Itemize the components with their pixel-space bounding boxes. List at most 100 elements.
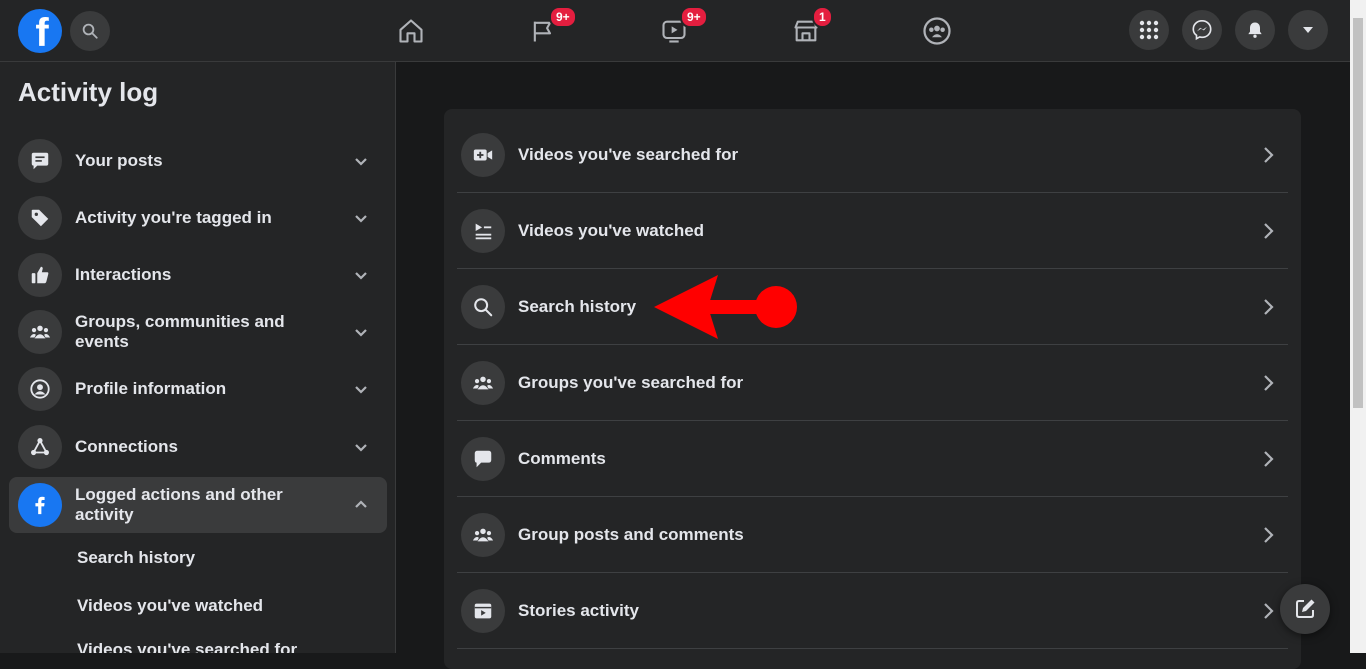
row-groups-searched[interactable]: Groups you've searched for: [457, 345, 1288, 421]
profile-icon: [30, 379, 50, 399]
row-stories-activity[interactable]: Stories activity: [457, 573, 1288, 649]
comment-icon-wrap: [461, 436, 505, 481]
sidebar-item-label: Connections: [75, 437, 178, 456]
posts-icon: [31, 152, 49, 170]
notifications-button[interactable]: [1235, 10, 1275, 50]
groups-icon: [29, 325, 51, 339]
chevron-down-icon: [355, 158, 367, 166]
chevron-right-icon: [1264, 526, 1274, 543]
video-plus-icon: [473, 149, 493, 160]
row-label: Videos you've searched for: [518, 144, 739, 164]
menu-grid-icon: [1139, 20, 1159, 40]
row-group-posts[interactable]: Group posts and comments: [457, 497, 1288, 573]
groups-icon-wrap: [18, 310, 62, 354]
activity-categories-card: Videos you've searched for Videos you've…: [444, 109, 1301, 669]
groups-icon: [472, 528, 494, 541]
search-button[interactable]: [70, 11, 110, 51]
row-search-history[interactable]: Search history: [457, 269, 1288, 345]
comment-icon: [474, 450, 492, 467]
top-navigation-bar: f 9+ 9+ 1: [0, 0, 1350, 62]
chevron-down-icon: [355, 329, 367, 337]
annotation-arrow-icon: [654, 275, 797, 339]
groups-icon-wrap: [461, 360, 505, 405]
row-label: Groups you've searched for: [518, 372, 744, 392]
posts-icon-wrap: [18, 139, 62, 183]
sidebar-item-logged-actions[interactable]: Logged actions and other activity: [9, 477, 387, 533]
activity-log-sidebar: Activity log Your posts Activity you're …: [0, 62, 396, 653]
facebook-icon: [35, 496, 45, 515]
playlist-icon-wrap: [461, 208, 505, 253]
nav-home[interactable]: [392, 12, 430, 50]
sidebar-item-connections[interactable]: Connections: [9, 419, 387, 475]
thumbs-up-icon-wrap: [18, 253, 62, 297]
groups-icon: [923, 17, 951, 45]
nav-groups[interactable]: [918, 12, 956, 50]
chevron-right-icon: [1264, 602, 1274, 619]
facebook-logo[interactable]: f: [18, 9, 62, 53]
video-plus-icon-wrap: [461, 132, 505, 177]
groups-icon: [472, 376, 494, 389]
playlist-icon: [475, 223, 492, 239]
chevron-right-icon: [1264, 374, 1274, 391]
row-label: Comments: [518, 448, 606, 468]
profile-icon-wrap: [18, 367, 62, 411]
thumbs-up-icon: [31, 266, 49, 284]
chevron-down-icon: [355, 272, 367, 280]
connections-icon: [31, 438, 49, 456]
account-caret-icon: [1303, 27, 1313, 33]
sidebar-item-your-posts[interactable]: Your posts: [9, 133, 387, 189]
sidebar-item-groups[interactable]: Groups, communities and events: [9, 304, 387, 360]
messenger-button[interactable]: [1182, 10, 1222, 50]
sub-item-search-history[interactable]: Search history: [77, 548, 195, 568]
chevron-down-icon: [355, 215, 367, 223]
sidebar-item-interactions[interactable]: Interactions: [9, 247, 387, 303]
pages-badge: 9+: [549, 6, 577, 28]
row-videos-searched[interactable]: Videos you've searched for: [457, 117, 1288, 193]
messenger-icon: [1192, 20, 1212, 41]
chevron-right-icon: [1264, 222, 1274, 239]
chevron-down-icon: [355, 444, 367, 452]
sidebar-item-label: Logged actions and other activity: [75, 485, 283, 524]
stories-icon-wrap: [461, 588, 505, 633]
sub-item-videos-searched[interactable]: Videos you've searched for: [77, 640, 297, 653]
stories-icon: [474, 603, 492, 618]
notifications-bell-icon: [1248, 22, 1262, 38]
logo-letter: f: [35, 11, 49, 53]
menu-button[interactable]: [1129, 10, 1169, 50]
facebook-icon-wrap: [18, 483, 62, 527]
chevron-down-icon: [355, 386, 367, 394]
row-label: Videos you've watched: [518, 220, 705, 240]
row-comments[interactable]: Comments: [457, 421, 1288, 497]
groups-icon-wrap: [461, 512, 505, 557]
sidebar-item-profile[interactable]: Profile information: [9, 361, 387, 417]
chevron-right-icon: [1264, 146, 1274, 163]
connections-icon-wrap: [18, 425, 62, 469]
sidebar-item-label: Groups, communities and events: [75, 312, 285, 351]
sidebar-item-label: Profile information: [75, 379, 227, 398]
sidebar-title: Activity log: [18, 77, 159, 107]
row-label: Group posts and comments: [518, 524, 744, 544]
sidebar-item-label: Activity you're tagged in: [75, 208, 272, 227]
search-icon: [82, 23, 98, 39]
watch-badge: 9+: [680, 6, 708, 28]
new-message-button[interactable]: [1280, 584, 1330, 634]
sidebar-item-tagged[interactable]: Activity you're tagged in: [9, 190, 387, 246]
tag-icon-wrap: [18, 196, 62, 240]
marketplace-badge: 1: [812, 6, 833, 28]
chevron-right-icon: [1264, 450, 1274, 467]
row-label: Search history: [518, 296, 637, 316]
home-icon: [399, 19, 423, 43]
tag-icon: [31, 209, 49, 227]
scrollbar-thumb[interactable]: [1353, 18, 1363, 408]
chevron-right-icon: [1264, 298, 1274, 315]
sidebar-item-label: Interactions: [75, 265, 172, 284]
account-button[interactable]: [1288, 10, 1328, 50]
row-videos-watched[interactable]: Videos you've watched: [457, 193, 1288, 269]
search-icon: [474, 297, 493, 316]
row-label: Stories activity: [518, 600, 639, 620]
sub-item-videos-watched[interactable]: Videos you've watched: [77, 596, 263, 616]
sidebar-item-label: Your posts: [75, 151, 163, 170]
search-icon-wrap: [461, 284, 505, 329]
compose-icon: [1296, 599, 1315, 618]
page-scrollbar[interactable]: [1350, 0, 1366, 653]
